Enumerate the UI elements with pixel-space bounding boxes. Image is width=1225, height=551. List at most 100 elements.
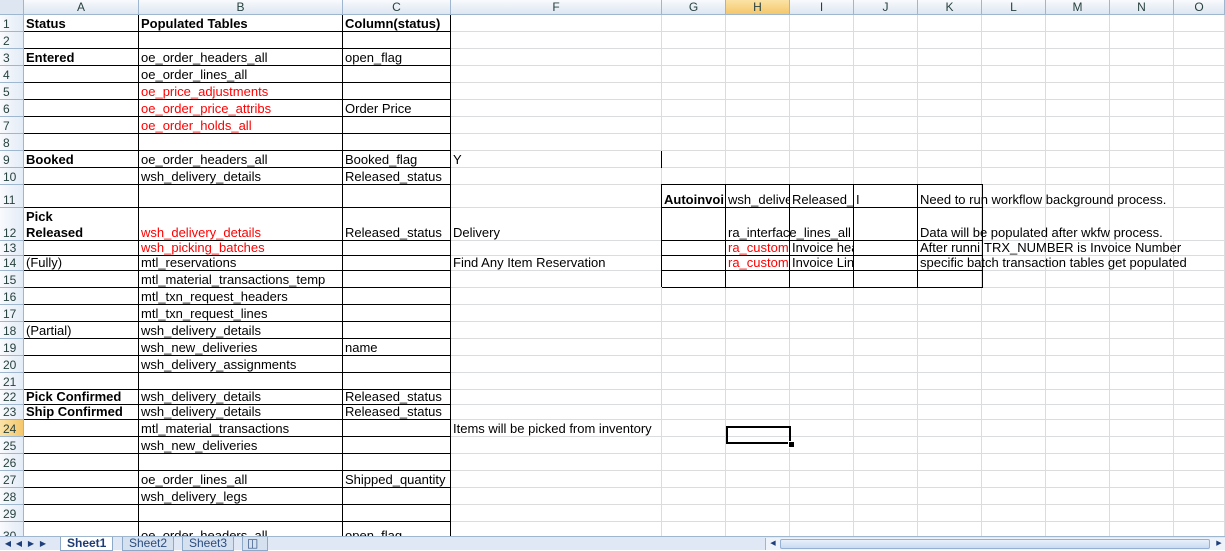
row-header-5[interactable]: 5	[0, 83, 24, 100]
cell-b20[interactable]: wsh_delivery_assignments	[139, 357, 342, 372]
select-all-corner[interactable]	[0, 0, 24, 15]
cell-i13[interactable]: Invoice header	[790, 240, 853, 255]
column-header-i[interactable]: I	[790, 0, 854, 15]
row-header-13[interactable]: 13	[0, 241, 24, 256]
cell-c6[interactable]: Order Price	[343, 101, 450, 116]
column-header-h[interactable]: H	[726, 0, 790, 15]
cell-a1[interactable]: Status	[24, 16, 138, 31]
cell-b23[interactable]: wsh_delivery_details	[139, 404, 342, 419]
column-header-o[interactable]: O	[1174, 0, 1225, 15]
cell-c30[interactable]: open_flag	[343, 528, 450, 536]
cell-f12[interactable]: Delivery	[451, 225, 661, 240]
active-cell-cursor[interactable]	[726, 426, 791, 444]
cell-a12-line1[interactable]: Pick	[24, 209, 138, 224]
cell-f14[interactable]: Find Any Item Reservation	[451, 255, 661, 270]
row-header-8[interactable]: 8	[0, 134, 24, 151]
cell-b27[interactable]: oe_order_lines_all	[139, 472, 342, 487]
cell-b24[interactable]: mtl_material_transactions	[139, 421, 342, 436]
row-header-20[interactable]: 20	[0, 356, 24, 373]
cell-k14[interactable]: specific batch transaction tables get po…	[918, 255, 1187, 270]
cell-b10[interactable]: wsh_delivery_details	[139, 169, 342, 184]
row-header-27[interactable]: 27	[0, 471, 24, 488]
row-header-23[interactable]: 23	[0, 405, 24, 420]
cell-b16[interactable]: mtl_txn_request_headers	[139, 289, 342, 304]
cell-c10[interactable]: Released_status	[343, 169, 450, 184]
scrollbar-thumb[interactable]	[780, 539, 1210, 549]
cell-b5[interactable]: oe_price_adjustments	[139, 84, 342, 99]
row-header-12[interactable]: 12	[0, 208, 24, 241]
row-header-16[interactable]: 16	[0, 288, 24, 305]
cell-c23[interactable]: Released_status	[343, 404, 450, 419]
row-header-18[interactable]: 18	[0, 322, 24, 339]
scroll-right-icon[interactable]: ▶	[1213, 539, 1225, 549]
cell-b7[interactable]: oe_order_holds_all	[139, 118, 342, 133]
row-header-19[interactable]: 19	[0, 339, 24, 356]
cell-b13[interactable]: wsh_picking_batches	[139, 240, 342, 255]
column-header-n[interactable]: N	[1110, 0, 1174, 15]
row-header-6[interactable]: 6	[0, 100, 24, 117]
cell-b19[interactable]: wsh_new_deliveries	[139, 340, 342, 355]
row-header-26[interactable]: 26	[0, 454, 24, 471]
row-header-30[interactable]: 30	[0, 522, 24, 536]
cell-i14[interactable]: Invoice Line	[790, 255, 853, 270]
last-sheet-icon[interactable]: ▶	[38, 538, 48, 549]
cell-a9[interactable]: Booked	[24, 152, 138, 167]
cell-i11[interactable]: Released_	[790, 192, 853, 207]
cell-b1[interactable]: Populated Tables	[139, 16, 342, 31]
cell-f9[interactable]: Y	[451, 152, 661, 167]
row-header-25[interactable]: 25	[0, 437, 24, 454]
cell-h11[interactable]: wsh_delive	[726, 192, 789, 207]
cell-b14[interactable]: mtl_reservations	[139, 255, 342, 270]
cell-b12[interactable]: wsh_delivery_details	[139, 225, 342, 240]
row-header-10[interactable]: 10	[0, 168, 24, 185]
row-header-2[interactable]: 2	[0, 32, 24, 49]
row-header-29[interactable]: 29	[0, 505, 24, 522]
row-header-14[interactable]: 14	[0, 256, 24, 271]
cell-h12[interactable]: ra_interface_lines_all	[726, 225, 851, 240]
cell-c19[interactable]: name	[343, 340, 450, 355]
column-header-l[interactable]: L	[982, 0, 1046, 15]
cell-h14[interactable]: ra_custom	[726, 255, 789, 270]
cell-j11[interactable]: I	[854, 192, 917, 207]
column-header-b[interactable]: B	[139, 0, 343, 15]
column-header-k[interactable]: K	[918, 0, 982, 15]
cell-b3[interactable]: oe_order_headers_all	[139, 50, 342, 65]
column-header-f[interactable]: F	[451, 0, 662, 15]
cell-f24[interactable]: Items will be picked from inventory	[451, 421, 661, 436]
tab-sheet2[interactable]: Sheet2	[122, 537, 175, 551]
prev-sheet-icon[interactable]: ◀	[14, 538, 24, 549]
cell-a14[interactable]: (Fully)	[24, 255, 138, 270]
cell-b18[interactable]: wsh_delivery_details	[139, 323, 342, 338]
insert-sheet-icon[interactable]: ◫	[242, 537, 268, 551]
cell-b28[interactable]: wsh_delivery_legs	[139, 489, 342, 504]
cell-b17[interactable]: mtl_txn_request_lines	[139, 306, 342, 321]
cell-b25[interactable]: wsh_new_deliveries	[139, 438, 342, 453]
cell-b6[interactable]: oe_order_price_attribs	[139, 101, 342, 116]
column-header-c[interactable]: C	[343, 0, 451, 15]
cell-l13[interactable]: TRX_NUMBER is Invoice Number	[982, 240, 1181, 255]
tab-sheet3[interactable]: Sheet3	[182, 537, 235, 551]
row-header-22[interactable]: 22	[0, 390, 24, 405]
first-sheet-icon[interactable]: ◀	[3, 538, 13, 549]
row-header-4[interactable]: 4	[0, 66, 24, 83]
cell-a3[interactable]: Entered	[24, 50, 138, 65]
row-header-9[interactable]: 9	[0, 151, 24, 168]
row-header-17[interactable]: 17	[0, 305, 24, 322]
cell-c3[interactable]: open_flag	[343, 50, 450, 65]
cell-a22[interactable]: Pick Confirmed	[24, 389, 138, 404]
row-header-15[interactable]: 15	[0, 271, 24, 288]
cell-c9[interactable]: Booked_flag	[343, 152, 450, 167]
row-header-24[interactable]: 24	[0, 420, 24, 437]
column-header-a[interactable]: A	[24, 0, 139, 15]
cell-k13[interactable]: After runni	[918, 240, 981, 255]
column-header-j[interactable]: J	[854, 0, 918, 15]
row-header-7[interactable]: 7	[0, 117, 24, 134]
cell-c1[interactable]: Column(status)	[343, 16, 450, 31]
row-header-28[interactable]: 28	[0, 488, 24, 505]
row-header-21[interactable]: 21	[0, 373, 24, 390]
cell-g11[interactable]: Autoinvoi	[662, 192, 725, 207]
row-header-1[interactable]: 1	[0, 15, 24, 32]
fill-handle[interactable]	[788, 441, 795, 448]
cell-a12-line2[interactable]: Released	[24, 225, 138, 240]
scroll-left-icon[interactable]: ◀	[767, 539, 779, 549]
